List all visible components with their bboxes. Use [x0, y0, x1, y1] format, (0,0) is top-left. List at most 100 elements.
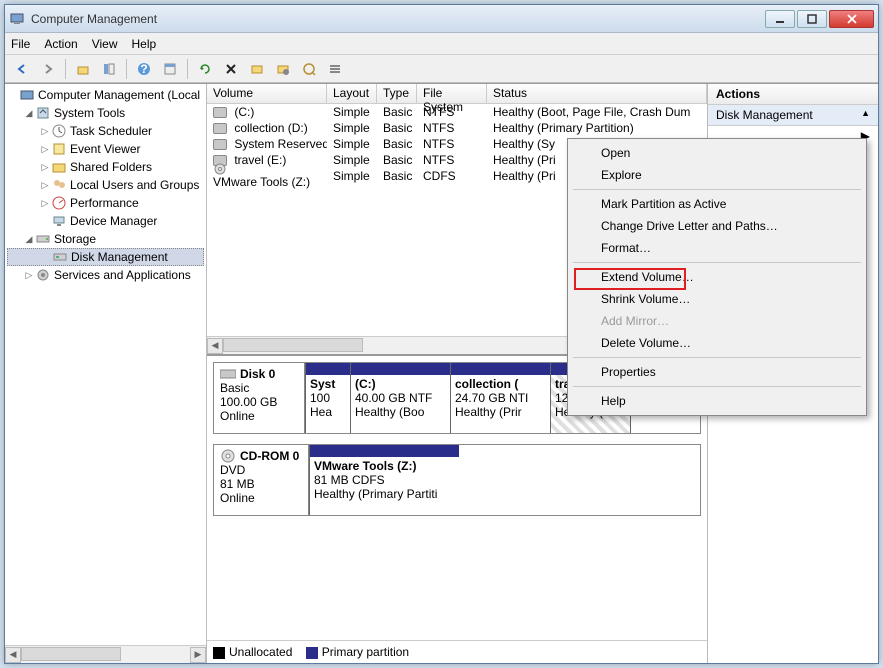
menu-explore[interactable]: Explore — [571, 164, 863, 186]
partition[interactable]: Syst100Hea — [305, 363, 350, 433]
tree-label: Shared Folders — [70, 160, 152, 174]
scroll-right-icon[interactable]: ▶ — [190, 647, 206, 663]
tree-label: Event Viewer — [70, 142, 140, 156]
menubar: File Action View Help — [5, 33, 878, 55]
svg-text:?: ? — [140, 62, 147, 76]
view-button[interactable] — [298, 58, 320, 80]
disk-icon — [220, 368, 236, 380]
partition[interactable]: (C:)40.00 GB NTFHealthy (Boo — [350, 363, 450, 433]
scroll-thumb[interactable] — [21, 647, 121, 661]
menu-delete-volume[interactable]: Delete Volume… — [571, 332, 863, 354]
menu-extend-volume[interactable]: Extend Volume… — [571, 266, 863, 288]
menu-properties[interactable]: Properties — [571, 361, 863, 383]
col-layout[interactable]: Layout — [327, 84, 377, 103]
tree-label: Device Manager — [70, 214, 157, 228]
tree-local-users[interactable]: ▷Local Users and Groups — [7, 176, 204, 194]
menu-help[interactable]: Help — [571, 390, 863, 412]
partition[interactable]: collection (24.70 GB NTIHealthy (Prir — [450, 363, 550, 433]
window-title: Computer Management — [31, 12, 763, 26]
disk-size: 100.00 GB — [220, 395, 298, 409]
tree-performance[interactable]: ▷Performance — [7, 194, 204, 212]
close-button[interactable] — [829, 10, 874, 28]
up-button[interactable] — [72, 58, 94, 80]
cdrom-icon — [220, 449, 236, 463]
tree-label: Services and Applications — [54, 268, 191, 282]
volume-row[interactable]: collection (D:)SimpleBasicNTFSHealthy (P… — [207, 120, 707, 136]
scroll-track[interactable] — [21, 647, 190, 663]
collapse-icon: ▲ — [861, 108, 870, 122]
disk-status: Online — [220, 409, 298, 423]
col-status[interactable]: Status — [487, 84, 707, 103]
legend-swatch-unallocated — [213, 647, 225, 659]
volume-row[interactable]: (C:)SimpleBasicNTFSHealthy (Boot, Page F… — [207, 104, 707, 120]
menu-separator — [573, 357, 861, 358]
forward-button[interactable] — [37, 58, 59, 80]
tree-label: Storage — [54, 232, 96, 246]
maximize-button[interactable] — [797, 10, 827, 28]
menu-shrink-volume[interactable]: Shrink Volume… — [571, 288, 863, 310]
tree-label: Computer Management (Local — [38, 88, 200, 102]
show-hide-button[interactable] — [98, 58, 120, 80]
help-button[interactable]: ? — [133, 58, 155, 80]
menu-help[interactable]: Help — [132, 37, 157, 51]
tree-disk-management[interactable]: Disk Management — [7, 248, 204, 266]
menu-action[interactable]: Action — [44, 37, 77, 51]
menu-separator — [573, 386, 861, 387]
partition-size: 81 MB CDFS — [314, 473, 385, 487]
disk-status: Online — [220, 491, 302, 505]
nav-tree: Computer Management (Local ◢System Tools… — [5, 84, 206, 645]
menu-open[interactable]: Open — [571, 142, 863, 164]
legend-label: Primary partition — [322, 645, 409, 659]
scroll-thumb[interactable] — [223, 338, 363, 352]
tree-root[interactable]: Computer Management (Local — [7, 86, 204, 104]
col-filesystem[interactable]: File System — [417, 84, 487, 103]
volume-list-header: Volume Layout Type File System Status — [207, 84, 707, 104]
col-volume[interactable]: Volume — [207, 84, 327, 103]
scroll-left-icon[interactable]: ◀ — [5, 647, 21, 663]
partition-label: VMware Tools (Z:) — [314, 459, 416, 473]
context-menu: Open Explore Mark Partition as Active Ch… — [567, 138, 867, 416]
legend: Unallocated Primary partition — [207, 640, 707, 663]
tree-services[interactable]: ▷Services and Applications — [7, 266, 204, 284]
legend-swatch-primary — [306, 647, 318, 659]
tree-shared-folders[interactable]: ▷Shared Folders — [7, 158, 204, 176]
disk-type: DVD — [220, 463, 302, 477]
partition-header — [310, 445, 459, 457]
app-icon — [9, 11, 25, 27]
actions-header: Actions — [708, 84, 878, 105]
menu-format[interactable]: Format… — [571, 237, 863, 259]
properties-button[interactable] — [159, 58, 181, 80]
disk-label: Disk 0 Basic 100.00 GB Online — [214, 363, 305, 433]
minimize-button[interactable] — [765, 10, 795, 28]
partition[interactable]: VMware Tools (Z:) 81 MB CDFS Healthy (Pr… — [309, 445, 459, 515]
disk-row[interactable]: CD-ROM 0 DVD 81 MB Online VMware Tools (… — [213, 444, 701, 516]
tree-label: Disk Management — [71, 250, 168, 264]
toolbar: ? — [5, 55, 878, 83]
menu-mark-active[interactable]: Mark Partition as Active — [571, 193, 863, 215]
scroll-left-icon[interactable]: ◀ — [207, 338, 223, 354]
menu-view[interactable]: View — [92, 37, 118, 51]
tree-label: System Tools — [54, 106, 125, 120]
col-type[interactable]: Type — [377, 84, 417, 103]
actions-section[interactable]: Disk Management ▲ — [708, 105, 878, 126]
tree-scrollbar[interactable]: ◀ ▶ — [5, 645, 206, 663]
tree-event-viewer[interactable]: ▷Event Viewer — [7, 140, 204, 158]
toolbar-separator — [65, 59, 66, 79]
menu-change-letter[interactable]: Change Drive Letter and Paths… — [571, 215, 863, 237]
tree-system-tools[interactable]: ◢System Tools — [7, 104, 204, 122]
legend-label: Unallocated — [229, 645, 292, 659]
tree-storage[interactable]: ◢Storage — [7, 230, 204, 248]
delete-button[interactable] — [220, 58, 242, 80]
tree-pane: Computer Management (Local ◢System Tools… — [5, 84, 207, 663]
menu-file[interactable]: File — [11, 37, 30, 51]
titlebar: Computer Management — [5, 5, 878, 33]
back-button[interactable] — [11, 58, 33, 80]
refresh-button[interactable] — [194, 58, 216, 80]
tree-device-manager[interactable]: Device Manager — [7, 212, 204, 230]
list-button[interactable] — [324, 58, 346, 80]
settings-button[interactable] — [272, 58, 294, 80]
disk-name: CD-ROM 0 — [240, 449, 299, 463]
disk-size: 81 MB — [220, 477, 302, 491]
tool-button[interactable] — [246, 58, 268, 80]
tree-task-scheduler[interactable]: ▷Task Scheduler — [7, 122, 204, 140]
